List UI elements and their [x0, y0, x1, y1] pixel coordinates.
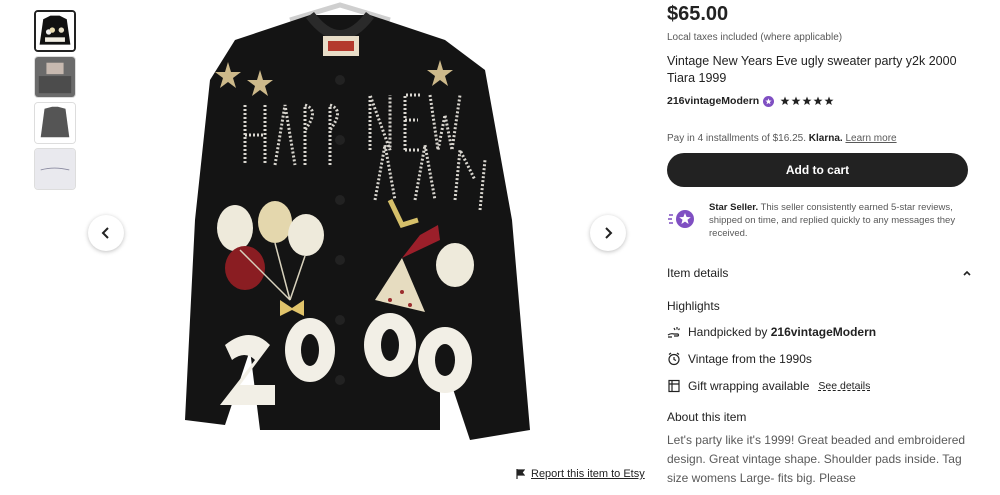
product-price: $65.00	[667, 3, 729, 25]
item-details-label: Item details	[667, 266, 729, 280]
klarna-installments: Pay in 4 installments of $16.25. Klarna.…	[667, 133, 972, 144]
tax-note: Local taxes included (where applicable)	[667, 32, 843, 43]
chevron-right-icon	[605, 227, 613, 239]
rating-stars[interactable]	[780, 96, 834, 106]
clock-icon	[668, 352, 680, 365]
star-seller-info: Star Seller. This seller consistently ea…	[667, 201, 972, 240]
thumbnail-strip	[34, 10, 78, 194]
add-to-cart-button[interactable]: Add to cart	[667, 153, 968, 187]
star-seller-label: Star Seller.	[709, 202, 759, 213]
seller-name-link[interactable]: 216vintageModern	[667, 95, 759, 107]
klarna-prefix: Pay in 4 installments of $16.25.	[667, 133, 806, 144]
thumbnail-sweater-front[interactable]	[34, 10, 76, 52]
thumbnail-sweater-back[interactable]	[34, 102, 76, 144]
star-icon	[780, 96, 790, 105]
item-details-toggle[interactable]: Item details	[667, 266, 972, 280]
thumbnail-sweater-note[interactable]	[34, 148, 76, 190]
main-product-image	[140, 0, 580, 465]
hand-icon	[667, 326, 680, 338]
report-item-label: Report this item to Etsy	[531, 468, 645, 480]
star-seller-icon	[667, 201, 699, 240]
klarna-brand: Klarna.	[808, 133, 843, 144]
highlight-vintage: Vintage from the 1990s	[667, 350, 972, 367]
report-item-link[interactable]: Report this item to Etsy	[516, 468, 645, 480]
highlight-handpicked: Handpicked by 216vintageModern	[667, 323, 972, 340]
about-text: Let's party like it's 1999! Great beaded…	[667, 433, 966, 485]
product-title: Vintage New Years Eve ugly sweater party…	[667, 54, 957, 85]
about-heading: About this item	[667, 410, 747, 424]
previous-image-button[interactable]	[88, 215, 124, 251]
star-icon	[791, 96, 801, 105]
next-image-button[interactable]	[590, 215, 626, 251]
chevron-left-icon	[101, 227, 109, 239]
star-icon	[802, 96, 812, 105]
seller-row: 216vintageModern	[667, 95, 972, 107]
highlight-gift-wrap: Gift wrapping available See details	[667, 377, 972, 394]
flag-icon	[516, 469, 525, 479]
see-details-link[interactable]: See details	[818, 380, 870, 392]
star-seller-badge-icon	[763, 95, 775, 107]
gift-icon	[668, 379, 680, 392]
highlights-heading: Highlights	[667, 299, 720, 313]
highlight-gift-wrap-text: Gift wrapping available	[688, 378, 810, 393]
highlight-vintage-text: Vintage from the 1990s	[688, 351, 812, 366]
thumbnail-sweater-tag[interactable]	[34, 56, 76, 98]
highlight-handpicked-seller: 216vintageModern	[770, 324, 877, 339]
chevron-up-icon	[963, 270, 971, 276]
star-icon	[824, 96, 834, 105]
star-icon	[813, 96, 823, 105]
product-info-panel: $65.00 Local taxes included (where appli…	[667, 0, 972, 488]
highlight-handpicked-prefix: Handpicked by	[688, 324, 768, 339]
klarna-learn-more-link[interactable]: Learn more	[845, 133, 896, 144]
